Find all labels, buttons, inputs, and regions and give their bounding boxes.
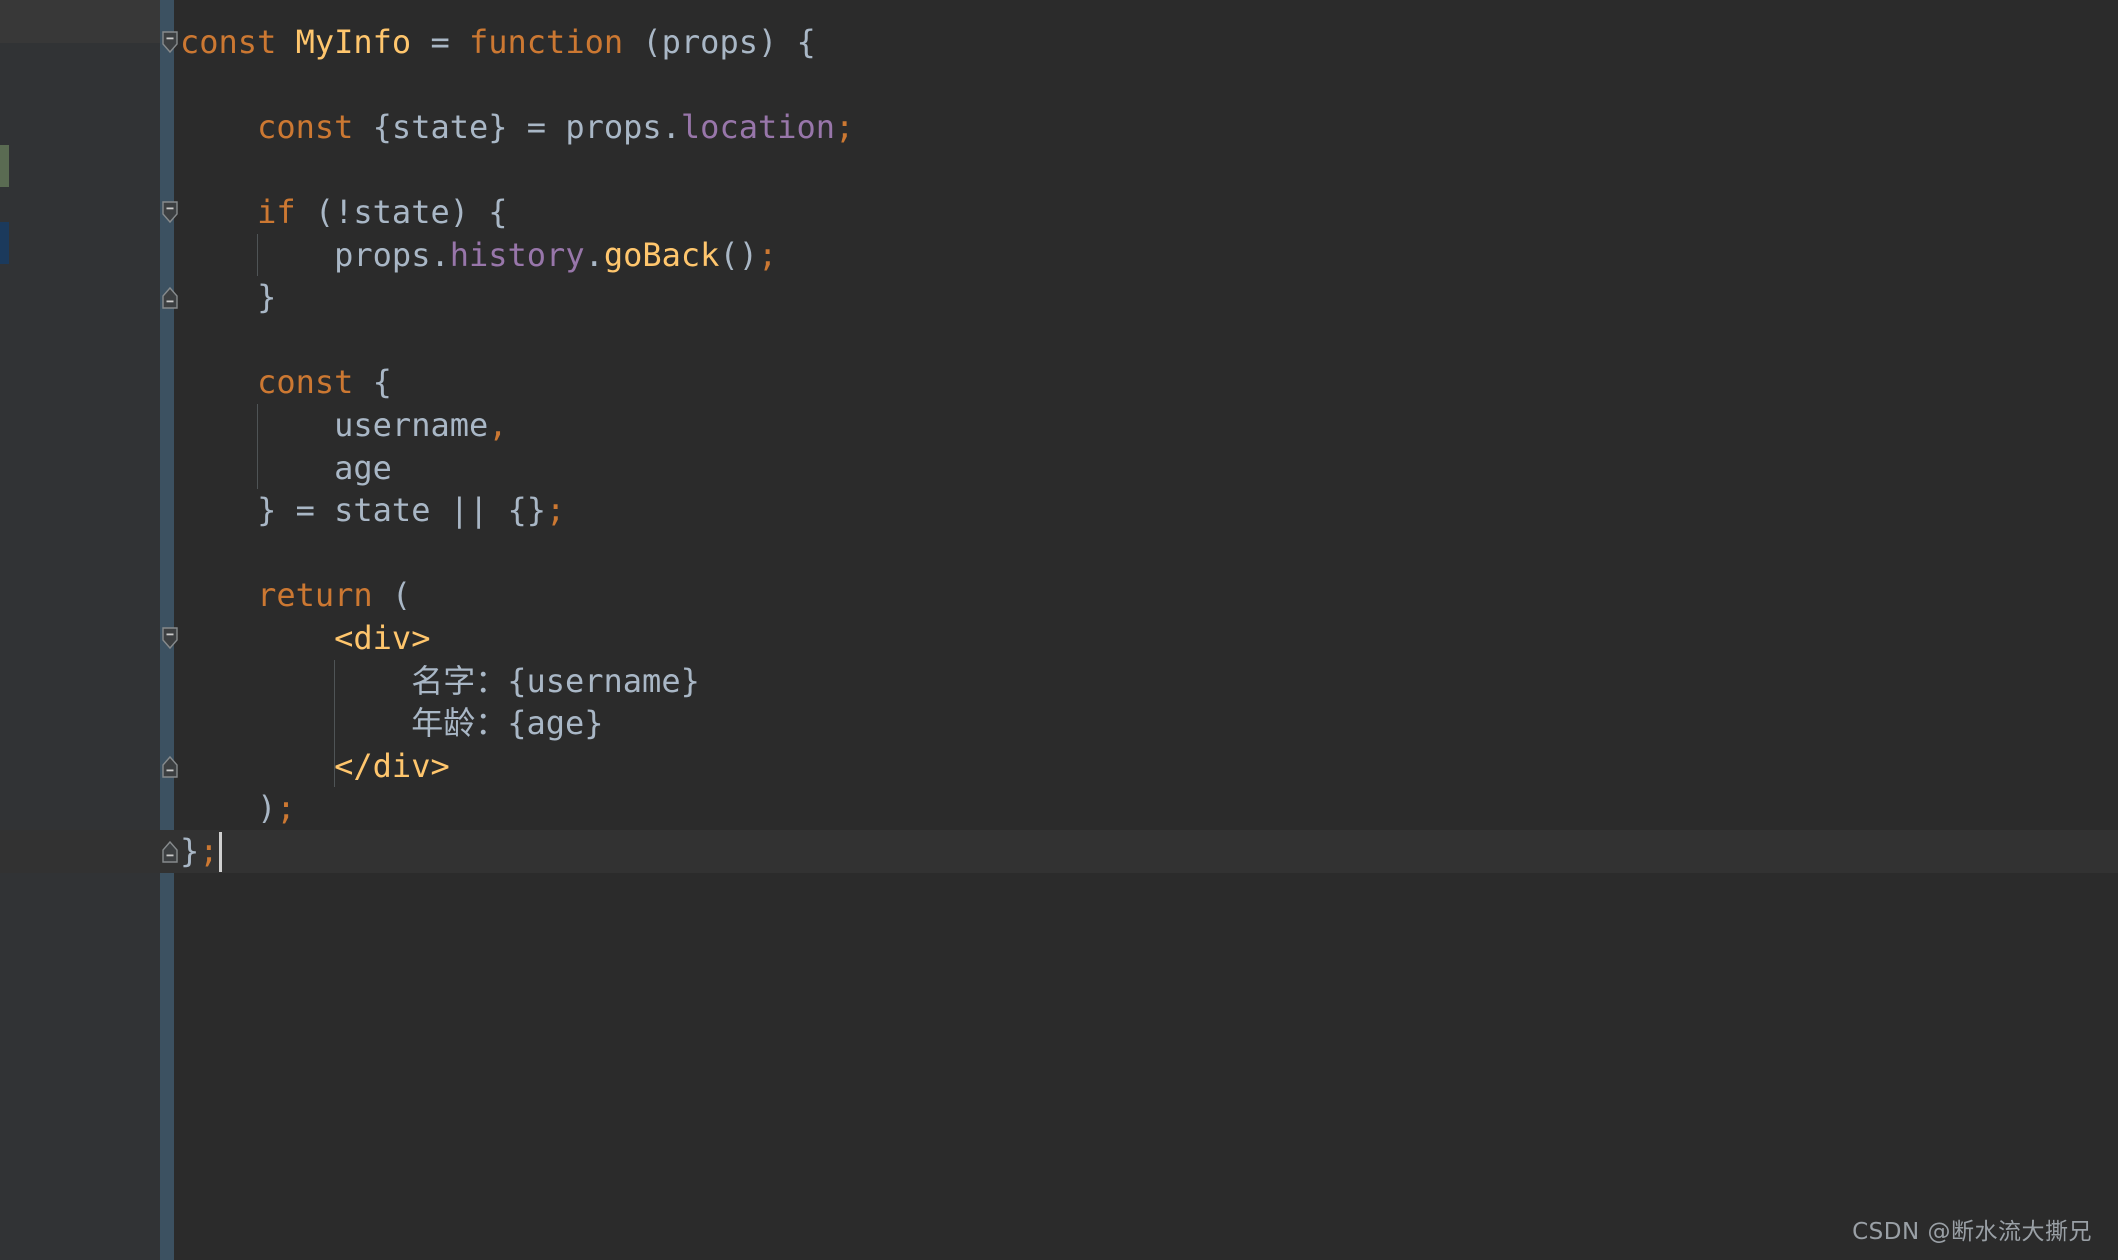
- code-token: (!state) {: [295, 193, 508, 231]
- code-token: {: [353, 363, 392, 402]
- code-token: ;: [757, 235, 778, 274]
- code-token: {state} = props.: [353, 107, 681, 146]
- fold-marker-fold-start[interactable]: [160, 627, 180, 650]
- fold-marker-fold-end[interactable]: [160, 755, 180, 778]
- code-line[interactable]: 名字：{username}: [174, 660, 2118, 703]
- watermark: CSDN @断水流大撕兄: [1852, 1219, 2092, 1245]
- code-token: location: [680, 107, 836, 146]
- code-line[interactable]: return (: [174, 574, 2118, 617]
- code-line[interactable]: [174, 63, 2118, 106]
- code-line-text: } = state || {};: [174, 489, 565, 532]
- code-token: (: [372, 576, 412, 615]
- code-token: } = state || {}: [180, 491, 547, 530]
- code-line[interactable]: };: [174, 830, 2118, 873]
- code-token: age: [180, 448, 392, 487]
- code-line-text: username,: [174, 404, 508, 447]
- code-editor: 8788899091929394959697989910010110210310…: [0, 0, 2118, 1260]
- code-line[interactable]: );: [174, 787, 2118, 830]
- code-line-text: };: [174, 830, 219, 873]
- code-token: ): [180, 789, 277, 828]
- code-token: return: [257, 576, 373, 615]
- code-token: </div>: [334, 746, 450, 785]
- fold-marker-fold-end[interactable]: [160, 286, 180, 309]
- code-token: history: [449, 235, 585, 274]
- code-line[interactable]: [174, 532, 2118, 575]
- code-line[interactable]: 年龄：{age}: [174, 702, 2118, 745]
- code-line-text: age: [174, 447, 392, 490]
- code-token: (props) {: [623, 22, 816, 61]
- vcs-change-strip[interactable]: [0, 0, 9, 1260]
- code-line[interactable]: } = state || {};: [174, 489, 2118, 532]
- code-token: ;: [199, 832, 219, 870]
- code-line[interactable]: username,: [174, 404, 2118, 447]
- code-token: username: [180, 406, 489, 444]
- fold-marker-fold-start[interactable]: [160, 201, 180, 224]
- fold-marker-fold-end[interactable]: [160, 840, 180, 863]
- code-line[interactable]: [174, 319, 2118, 362]
- code-line-text: const MyInfo = function (props) {: [174, 21, 816, 64]
- code-line-text: );: [174, 787, 296, 830]
- code-token: const: [257, 107, 354, 146]
- code-token: ;: [276, 789, 296, 828]
- code-token: ;: [835, 107, 855, 146]
- code-token: ;: [546, 491, 566, 530]
- code-line-text: 年龄：{age}: [174, 702, 604, 745]
- code-token: }: [180, 278, 277, 317]
- code-text-area[interactable]: const MyInfo = function (props) { const …: [174, 0, 2118, 1260]
- code-line[interactable]: const {state} = props.location;: [174, 106, 2118, 149]
- code-line[interactable]: const MyInfo = function (props) {: [174, 21, 2118, 64]
- vcs-marker-added[interactable]: [0, 145, 9, 187]
- code-line-text: props.history.goBack();: [174, 234, 777, 277]
- code-token: }: [180, 832, 200, 870]
- text-caret: [218, 832, 222, 872]
- code-token: 名字：{username}: [180, 661, 700, 700]
- code-token: const: [257, 363, 354, 402]
- code-line-text: const {state} = props.location;: [174, 106, 854, 149]
- code-line-text: if (!state) {: [174, 191, 508, 234]
- code-line-text: 名字：{username}: [174, 660, 700, 703]
- code-line[interactable]: age: [174, 447, 2118, 490]
- code-token: 年龄：{age}: [180, 704, 604, 743]
- fold-marker-fold-start[interactable]: [160, 30, 180, 53]
- code-line[interactable]: props.history.goBack();: [174, 234, 2118, 277]
- code-line[interactable]: [174, 873, 2118, 916]
- code-line[interactable]: const {: [174, 361, 2118, 404]
- code-token: .: [584, 235, 604, 274]
- code-token: ,: [488, 406, 508, 444]
- code-token: function: [468, 22, 624, 61]
- code-line-text: <div>: [174, 617, 430, 660]
- code-token: <div>: [334, 619, 431, 657]
- code-token: if: [257, 193, 296, 231]
- code-line[interactable]: if (!state) {: [174, 191, 2118, 234]
- code-line[interactable]: }: [174, 276, 2118, 319]
- editor-gutter[interactable]: [9, 0, 160, 1260]
- code-line[interactable]: [174, 148, 2118, 191]
- code-line-text: </div>: [174, 745, 450, 788]
- code-line[interactable]: <div>: [174, 617, 2118, 660]
- code-token: const: [180, 22, 277, 61]
- code-token: props.: [180, 235, 450, 274]
- code-token: =: [430, 22, 450, 61]
- code-token: goBack: [603, 235, 720, 274]
- vcs-marker-modified[interactable]: [0, 222, 9, 264]
- code-line-text: const {: [174, 361, 392, 404]
- code-line-text: }: [174, 276, 276, 319]
- code-token: (): [719, 235, 758, 274]
- code-line-text: return (: [174, 574, 411, 617]
- code-line[interactable]: </div>: [174, 745, 2118, 788]
- code-line[interactable]: [174, 0, 2118, 21]
- current-line-gutter-highlight: [0, 0, 160, 43]
- code-token: MyInfo: [295, 22, 412, 61]
